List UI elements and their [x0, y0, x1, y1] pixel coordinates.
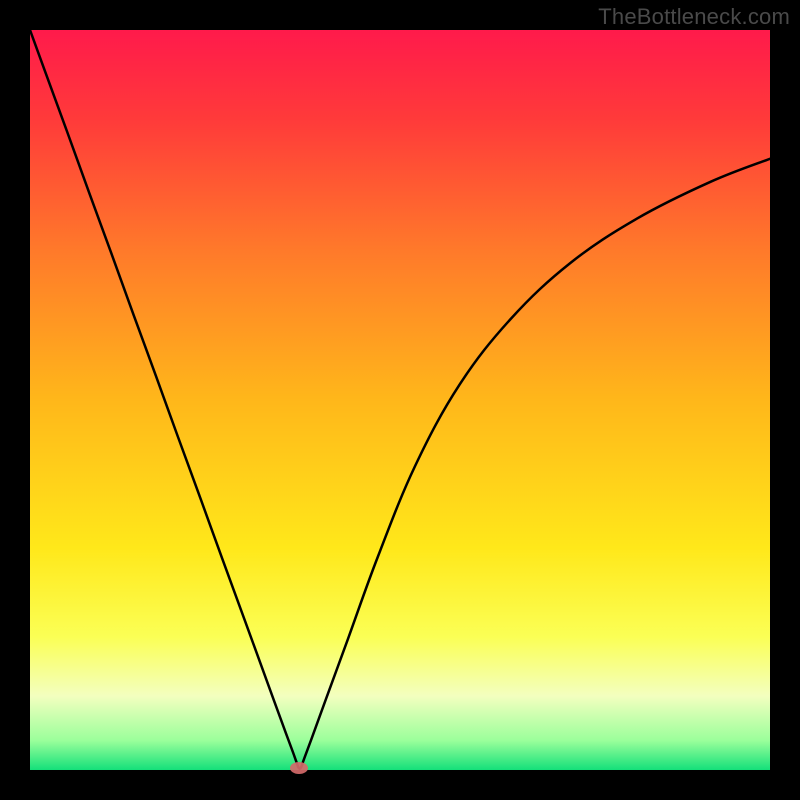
plot-area: [30, 30, 770, 770]
gradient-background: [30, 30, 770, 770]
min-marker: [290, 762, 308, 774]
chart-frame: TheBottleneck.com: [0, 0, 800, 800]
watermark-text: TheBottleneck.com: [598, 4, 790, 30]
chart-svg: [30, 30, 770, 770]
